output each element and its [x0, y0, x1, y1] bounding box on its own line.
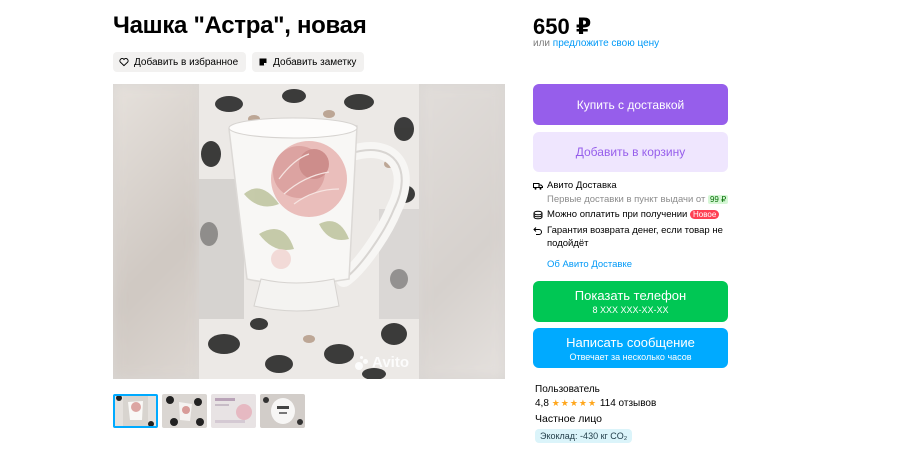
gallery-blur-right: [419, 84, 505, 379]
delivery-info: Авито Доставка Первые доставки в пункт в…: [533, 180, 733, 255]
delivery-title: Авито Доставка: [547, 180, 617, 191]
listing-actions: Добавить в избранное Добавить заметку: [113, 52, 365, 72]
seller-rating: 4,8: [535, 398, 549, 409]
avito-watermark: Avito: [355, 354, 409, 371]
thumbnail-4[interactable]: [260, 394, 305, 428]
thumbnail-1[interactable]: [113, 394, 158, 428]
heart-icon: [119, 58, 129, 67]
delivery-row: Авито Доставка Первые доставки в пункт в…: [533, 180, 733, 205]
add-to-cart-button[interactable]: Добавить в корзину: [533, 132, 728, 172]
about-delivery-link[interactable]: Об Авито Доставке: [547, 259, 632, 270]
buy-with-delivery-button[interactable]: Купить с доставкой: [533, 84, 728, 125]
send-message-label: Написать сообщение: [566, 334, 695, 350]
seller-card: Пользователь 4,8 ★★★★★ 114 отзывов Частн…: [535, 384, 656, 443]
main-photo[interactable]: Avito: [199, 84, 419, 379]
truck-icon: [533, 183, 543, 190]
phone-masked: 8 XXX XXX-XX-XX: [592, 305, 669, 315]
add-favorite-button[interactable]: Добавить в избранное: [113, 52, 247, 72]
return-arrow-icon: [533, 227, 542, 235]
seller-reviews: 114 отзывов: [599, 398, 657, 409]
new-badge: Новое: [689, 210, 720, 219]
cart-button-label: Добавить в корзину: [575, 145, 686, 159]
price-or: или: [533, 38, 551, 49]
seller-name[interactable]: Пользователь: [535, 384, 656, 395]
payment-row: Можно оплатить при получении Новое: [533, 209, 733, 220]
price-offer: или предложите свою цену: [533, 38, 659, 49]
add-note-label: Добавить заметку: [273, 56, 357, 68]
note-icon: [259, 58, 267, 66]
seller-type: Частное лицо: [535, 413, 603, 425]
add-favorite-label: Добавить в избранное: [134, 56, 239, 68]
thumbnail-3[interactable]: [211, 394, 256, 428]
buy-button-label: Купить с доставкой: [576, 97, 685, 112]
delivery-price-badge: 99 ₽: [707, 195, 729, 204]
show-phone-button[interactable]: Показать телефон 8 XXX XXX-XX-XX: [533, 281, 728, 322]
mug-photo: [199, 84, 419, 379]
price: 650 ₽: [533, 14, 592, 39]
gallery-blur-left: [113, 84, 199, 379]
response-time: Отвечает за несколько часов: [569, 351, 692, 362]
seller-rating-row[interactable]: 4,8 ★★★★★ 114 отзывов: [535, 398, 656, 409]
page-title: Чашка "Астра", новая: [113, 12, 367, 39]
watermark-text: Avito: [372, 354, 409, 371]
guarantee-row: Гарантия возврата денег, если товар не п…: [533, 225, 733, 251]
payment-text: Можно оплатить при получении: [547, 209, 688, 220]
rating-stars-icon: ★★★★★: [551, 398, 598, 408]
eco-badge[interactable]: Экоклад: -430 кг CO₂: [535, 429, 633, 443]
photo-gallery[interactable]: Avito: [113, 84, 505, 379]
show-phone-label: Показать телефон: [574, 288, 687, 303]
add-note-button[interactable]: Добавить заметку: [252, 52, 365, 72]
delivery-first-text: Первые доставки в пункт выдачи от: [547, 194, 706, 205]
offer-price-link[interactable]: предложите свою цену: [553, 38, 659, 49]
thumbnail-strip: [113, 394, 305, 428]
avito-logo-icon: [355, 355, 369, 370]
guarantee-text: Гарантия возврата денег, если товар не п…: [547, 225, 723, 249]
thumbnail-2[interactable]: [162, 394, 207, 428]
coins-icon: [533, 210, 543, 220]
send-message-button[interactable]: Написать сообщение Отвечает за несколько…: [533, 328, 728, 368]
